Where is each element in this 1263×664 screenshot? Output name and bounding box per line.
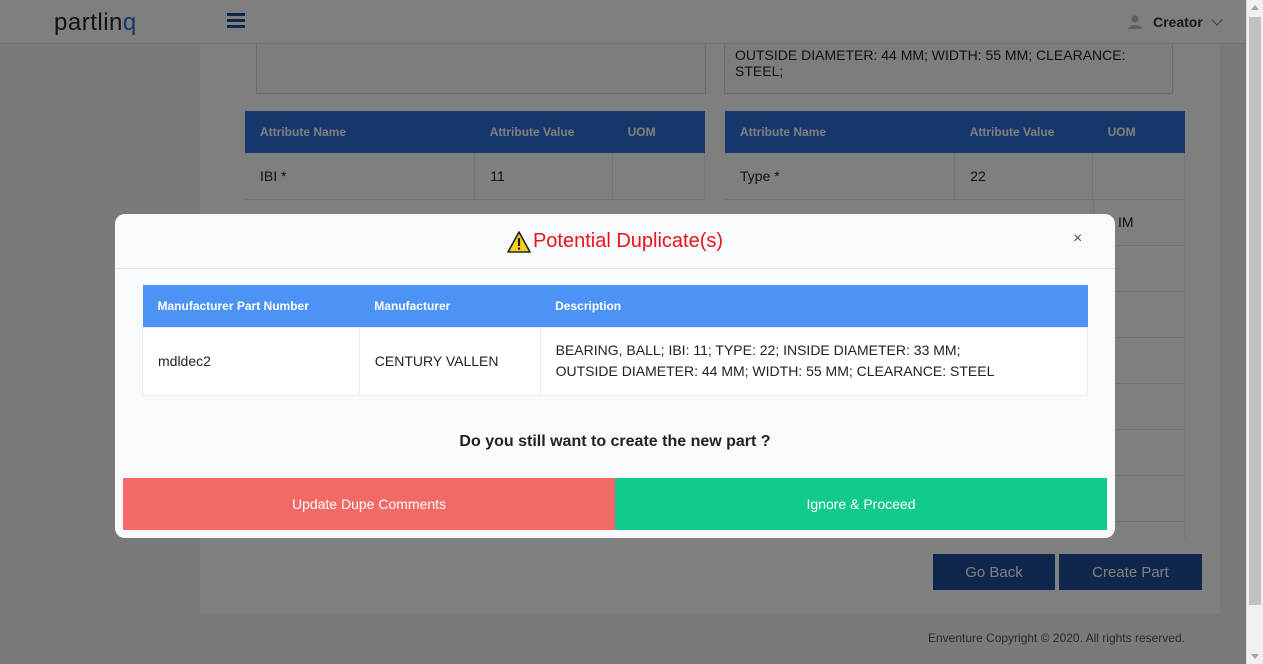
col-header-part-number: Manufacturer Part Number bbox=[142, 285, 360, 327]
warning-icon bbox=[507, 230, 531, 253]
scroll-down-arrow-icon[interactable] bbox=[1251, 654, 1259, 659]
part-number-cell: mdldec2 bbox=[142, 326, 360, 396]
scroll-thumb[interactable] bbox=[1249, 17, 1261, 605]
description-line-1: BEARING, BALL; IBI: 11; TYPE: 22; INSIDE… bbox=[555, 342, 961, 358]
col-header-manufacturer: Manufacturer bbox=[359, 285, 541, 327]
duplicates-table: Manufacturer Part Number Manufacturer De… bbox=[142, 285, 1089, 396]
description-cell: BEARING, BALL; IBI: 11; TYPE: 22; INSIDE… bbox=[539, 326, 1089, 396]
modal-title: Potential Duplicate(s) bbox=[115, 230, 1115, 253]
potential-duplicate-modal: Potential Duplicate(s) × Manufacturer Pa… bbox=[115, 214, 1115, 538]
table-row: mdldec2 CENTURY VALLEN BEARING, BALL; IB… bbox=[142, 326, 1089, 396]
close-icon[interactable]: × bbox=[1073, 230, 1082, 248]
col-header-description: Description bbox=[540, 285, 1088, 327]
confirm-question: Do you still want to create the new part… bbox=[459, 433, 771, 450]
description-line-2: OUTSIDE DIAMETER: 44 MM; WIDTH: 55 MM; C… bbox=[555, 363, 995, 379]
ignore-and-proceed-button[interactable]: Ignore & Proceed bbox=[615, 478, 1107, 530]
scroll-up-arrow-icon[interactable] bbox=[1251, 5, 1259, 10]
update-dupe-comments-button[interactable]: Update Dupe Comments bbox=[123, 478, 615, 530]
manufacturer-cell: CENTURY VALLEN bbox=[358, 326, 541, 396]
page-scrollbar[interactable] bbox=[1246, 0, 1263, 664]
modal-header: Potential Duplicate(s) × bbox=[115, 214, 1115, 269]
